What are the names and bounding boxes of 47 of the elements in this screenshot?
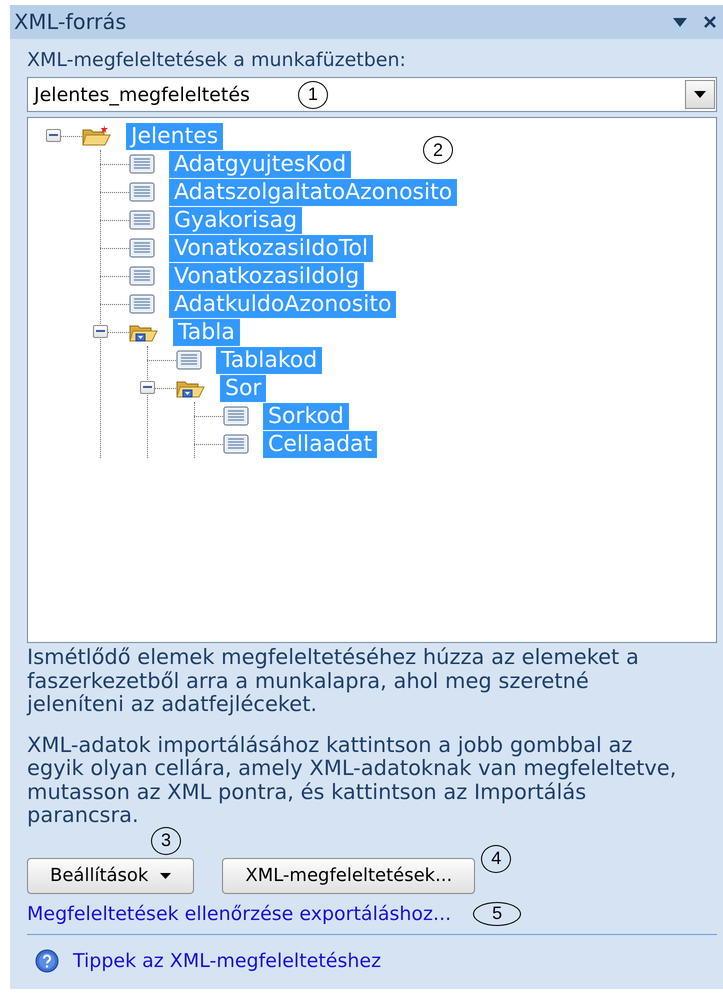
tree-node[interactable]: AdatkuldoAzonosito xyxy=(169,290,396,318)
map-dropdown[interactable]: Jelentes_megfeleltetés 1 xyxy=(27,77,717,112)
close-icon[interactable] xyxy=(703,15,717,29)
tree-node[interactable]: VonatkozasiIdoIg xyxy=(169,262,364,290)
document-icon xyxy=(223,406,249,426)
tree-node[interactable]: VonatkozasiIdoTol xyxy=(169,234,374,262)
verify-link[interactable]: Megfeleltetések ellenőrzése exportáláshoz... xyxy=(27,902,452,924)
callout-number: 3 xyxy=(151,826,181,854)
help-icon[interactable] xyxy=(35,948,59,972)
tree-node[interactable]: Cellaadat xyxy=(263,430,378,458)
tree-node[interactable]: Gyakorisag xyxy=(169,206,302,234)
dropdown-arrow-icon[interactable] xyxy=(673,18,687,26)
tree-node[interactable]: Tablakod xyxy=(216,346,322,374)
panel-title: XML-forrás xyxy=(14,10,128,34)
tree-node[interactable]: Sorkod xyxy=(263,402,349,430)
field-label: XML-megfeleltetések a munkafüzetben: xyxy=(27,49,407,71)
document-icon xyxy=(223,434,249,454)
caret-icon xyxy=(160,872,172,878)
document-icon xyxy=(129,294,155,314)
tips-link[interactable]: Tippek az XML-megfeleltetéshez xyxy=(73,950,382,972)
minus-icon xyxy=(96,330,105,333)
document-icon xyxy=(129,182,155,202)
help-text: Ismétlődő elemek megfeleltetéséhez húzza az elemeket a faszerkezetből arra a munkalapra, ahol meg szeretné jeleníteni az adatfejléceket. xyxy=(27,646,640,716)
tree-node[interactable]: Sor xyxy=(220,374,266,402)
callout-number: 1 xyxy=(298,80,328,108)
tree-node[interactable]: AdatszolgaltatoAzonosito xyxy=(169,178,458,206)
collapse-toggle[interactable] xyxy=(46,129,61,142)
callout-number: 4 xyxy=(481,844,512,872)
help-text: XML-adatok importálásához kattintson a jobb gombbal az egyik olyan cellára, amely XML-adatoknak van megfeleltetve, mutasson az XML pontra, és kattintson az Importálás parancsra. xyxy=(27,734,678,828)
callout-number: 5 xyxy=(473,902,522,926)
dropdown-arrow-icon[interactable] xyxy=(694,91,706,98)
document-icon xyxy=(129,266,155,286)
maps-button[interactable]: XML-megfeleltetések... xyxy=(222,858,476,894)
document-icon xyxy=(176,350,202,370)
callout-number: 2 xyxy=(423,136,453,164)
options-button[interactable]: Beállítások xyxy=(27,858,194,894)
document-icon xyxy=(129,154,155,174)
tree-node[interactable]: Jelentes xyxy=(126,122,224,150)
collapse-toggle[interactable] xyxy=(93,325,108,338)
tree-node[interactable]: Tabla xyxy=(173,318,240,346)
document-icon xyxy=(129,238,155,258)
collapse-toggle[interactable] xyxy=(140,381,155,394)
root-folder-icon xyxy=(82,125,112,147)
document-icon xyxy=(129,210,155,230)
minus-icon xyxy=(49,134,58,137)
tree-node[interactable]: AdatgyujtesKod xyxy=(169,150,352,178)
minus-icon xyxy=(143,386,152,389)
